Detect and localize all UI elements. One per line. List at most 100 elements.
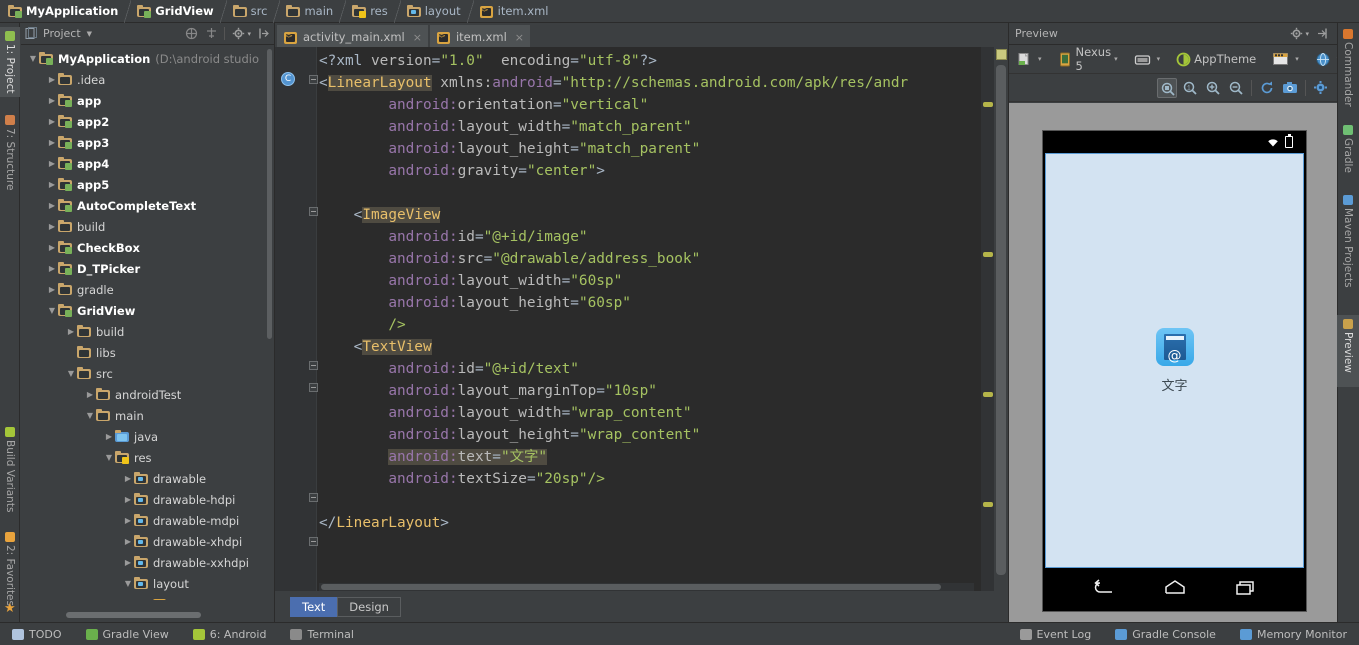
marker-warning[interactable] xyxy=(983,502,993,507)
preview-refresh-icon[interactable] xyxy=(1257,78,1277,98)
breakpoint-c-icon[interactable]: C xyxy=(281,72,295,86)
tree-node-autocompletetext[interactable]: ▶ AutoCompleteText xyxy=(21,195,274,216)
chevron-right-icon[interactable]: ▶ xyxy=(46,201,58,210)
project-tree-scrollbar[interactable] xyxy=(267,49,272,339)
statusbar-todo[interactable]: TODO xyxy=(0,628,74,641)
editor-marker-strip[interactable] xyxy=(981,47,994,591)
collapse-all-icon[interactable] xyxy=(185,27,198,40)
preview-screenshot-icon[interactable] xyxy=(1280,78,1300,98)
statusbar-6-android[interactable]: 6: Android xyxy=(181,628,279,641)
tree-node-androidtest[interactable]: ▶ androidTest xyxy=(21,384,274,405)
tree-node-src[interactable]: ▼ src xyxy=(21,363,274,384)
breadcrumb-item-myapplication[interactable]: MyApplication xyxy=(6,0,135,23)
tool-window-tab-1-project[interactable]: 1: Project xyxy=(0,27,20,97)
chevron-down-icon[interactable]: ▾ xyxy=(1295,55,1299,63)
preview-orientation-icon[interactable]: ▾ xyxy=(1131,50,1164,69)
chevron-down-icon[interactable]: ▼ xyxy=(65,369,77,378)
chevron-right-icon[interactable]: ▶ xyxy=(46,222,58,231)
preview-locale-icon[interactable]: ▾ xyxy=(1269,50,1302,69)
chevron-right-icon[interactable]: ▶ xyxy=(46,96,58,105)
tree-node-layout[interactable]: ▼ layout xyxy=(21,573,274,594)
tool-window-tab-commander[interactable]: Commander xyxy=(1337,25,1359,109)
chevron-right-icon[interactable]: ▶ xyxy=(65,327,77,336)
inspection-status-indicator[interactable] xyxy=(996,49,1007,60)
tool-window-tab-7-structure[interactable]: 7: Structure xyxy=(0,111,20,195)
preview-theme-icon[interactable]: AppTheme xyxy=(1173,50,1259,69)
tree-node-libs[interactable]: libs xyxy=(21,342,274,363)
chevron-right-icon[interactable]: ▶ xyxy=(103,432,115,441)
tree-node-app2[interactable]: ▶ app2 xyxy=(21,111,274,132)
tree-node-build[interactable]: ▶ build xyxy=(21,321,274,342)
chevron-right-icon[interactable]: ▶ xyxy=(84,390,96,399)
chevron-down-icon[interactable]: ▾ xyxy=(1114,55,1118,63)
preview-zoom-actual-icon[interactable]: 1 xyxy=(1180,78,1200,98)
editor-gutter[interactable]: C xyxy=(275,47,307,591)
tree-node-myapplication[interactable]: ▼ MyApplication (D:\android studio xyxy=(21,48,274,69)
tree-node-app3[interactable]: ▶ app3 xyxy=(21,132,274,153)
breadcrumb-item-src[interactable]: src xyxy=(231,0,285,23)
preview-zoom-in-icon[interactable] xyxy=(1203,78,1223,98)
chevron-down-icon[interactable]: ▼ xyxy=(122,579,134,588)
preview-layout-variant-icon[interactable]: ▾ xyxy=(1014,50,1045,69)
editor-fold-strip[interactable] xyxy=(307,47,318,591)
chevron-right-icon[interactable]: ▶ xyxy=(46,180,58,189)
fold-marker[interactable] xyxy=(309,383,318,392)
chevron-right-icon[interactable]: ▶ xyxy=(122,474,134,483)
tree-node-drawable-hdpi[interactable]: ▶ drawable-hdpi xyxy=(21,489,274,510)
fold-marker[interactable] xyxy=(309,207,318,216)
tool-window-tab-preview[interactable]: Preview xyxy=(1337,315,1359,387)
tree-node-java[interactable]: ▶ java xyxy=(21,426,274,447)
device-preview-canvas[interactable]: @ 文字 xyxy=(1009,103,1338,622)
project-tree-hscrollbar[interactable] xyxy=(66,612,201,618)
editor-mode-tab-text[interactable]: Text xyxy=(290,596,338,617)
preview-device-icon[interactable]: Nexus 5 ▾ xyxy=(1055,43,1121,75)
editor-hscroll-thumb[interactable] xyxy=(321,584,941,590)
tree-node-drawable[interactable]: ▶ drawable xyxy=(21,468,274,489)
chevron-right-icon[interactable]: ▶ xyxy=(122,495,134,504)
breadcrumb-item-res[interactable]: res xyxy=(350,0,405,23)
chevron-down-icon[interactable]: ▾ xyxy=(1038,55,1042,63)
breadcrumb-item-layout[interactable]: layout xyxy=(405,0,478,23)
tree-node-d-tpicker[interactable]: ▶ D_TPicker xyxy=(21,258,274,279)
tree-node-res[interactable]: ▼ res xyxy=(21,447,274,468)
project-tree[interactable]: ▼ MyApplication (D:\android studio ▶ .idea ▶ a… xyxy=(21,45,274,600)
tree-node-app[interactable]: ▶ app xyxy=(21,90,274,111)
breadcrumb-item-main[interactable]: main xyxy=(284,0,350,23)
chevron-right-icon[interactable]: ▶ xyxy=(122,516,134,525)
fold-marker[interactable] xyxy=(309,537,318,546)
close-icon[interactable]: × xyxy=(515,31,524,44)
tree-node--idea[interactable]: ▶ .idea xyxy=(21,69,274,90)
chevron-right-icon[interactable]: ▶ xyxy=(46,264,58,273)
editor-horizontal-scrollbar[interactable] xyxy=(319,583,974,591)
tool-window-tab-gradle[interactable]: Gradle xyxy=(1337,121,1359,181)
statusbar-gradle-console[interactable]: Gradle Console xyxy=(1103,628,1228,641)
tree-node-checkbox[interactable]: ▶ CheckBox xyxy=(21,237,274,258)
chevron-right-icon[interactable]: ▶ xyxy=(122,558,134,567)
gear-icon[interactable] xyxy=(232,27,245,40)
preview-zoom-out-icon[interactable] xyxy=(1226,78,1246,98)
gear-chevron-down-icon[interactable]: ▾ xyxy=(1305,30,1309,38)
code-text[interactable]: <?xml version="1.0" encoding="utf-8"?> <L… xyxy=(319,47,974,591)
chevron-right-icon[interactable]: ▶ xyxy=(46,138,58,147)
marker-warning[interactable] xyxy=(983,252,993,257)
chevron-right-icon[interactable]: ▶ xyxy=(46,117,58,126)
marker-warning[interactable] xyxy=(983,392,993,397)
tree-node-drawable-xhdpi[interactable]: ▶ drawable-xhdpi xyxy=(21,531,274,552)
hide-panel-icon[interactable] xyxy=(257,27,270,40)
tool-window-tab-maven-projects[interactable]: Maven Projects xyxy=(1337,191,1359,301)
chevron-right-icon[interactable]: ▶ xyxy=(46,285,58,294)
favorites-star-icon[interactable]: ★ xyxy=(4,601,16,616)
statusbar-event-log[interactable]: Event Log xyxy=(1008,628,1104,641)
tree-node-drawable-mdpi[interactable]: ▶ drawable-mdpi xyxy=(21,510,274,531)
gear-chevron-down-icon[interactable]: ▾ xyxy=(247,30,251,38)
statusbar-gradle-view[interactable]: Gradle View xyxy=(74,628,181,641)
expand-all-icon[interactable] xyxy=(205,27,218,40)
chevron-down-icon[interactable]: ▼ xyxy=(103,453,115,462)
breadcrumb-item-gridview[interactable]: GridView xyxy=(135,0,230,23)
hide-panel-icon[interactable] xyxy=(1316,27,1329,40)
tree-node-gridview[interactable]: ▼ GridView xyxy=(21,300,274,321)
tree-node-gradle[interactable]: ▶ gradle xyxy=(21,279,274,300)
gear-icon[interactable] xyxy=(1290,27,1303,40)
chevron-down-icon[interactable]: ▼ xyxy=(84,411,96,420)
editor-vertical-scrollbar[interactable] xyxy=(994,47,1008,591)
